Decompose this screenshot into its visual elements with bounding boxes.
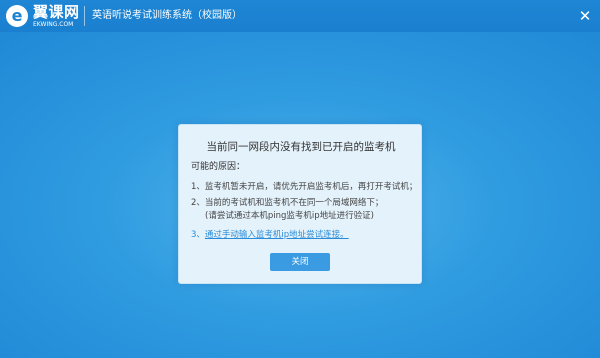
window-close-icon[interactable]: ✕ [574,5,596,27]
logo-name-cn: 翼课网 [33,3,80,21]
reason-item-2: 2、当前的考试机和监考机不在同一个局域网络下； [191,197,383,209]
monitor-not-found-dialog: 当前同一网段内没有找到已开启的监考机 可能的原因： 1、监考机暂未开启，请优先开… [178,124,422,284]
dialog-title: 当前同一网段内没有找到已开启的监考机 [206,141,396,153]
app-title: 英语听说考试训练系统（校园版） [92,10,242,21]
reason-item-3: 3、通过手动输入监考机ip地址尝试连接。 [191,229,349,241]
manual-ip-link[interactable]: 通过手动输入监考机ip地址尝试连接。 [205,230,349,240]
logo-name-en: EKWING.COM [33,21,74,28]
reason-number: 2、 [191,198,205,208]
logo-mark-icon: e [6,5,28,27]
reason-text: 监考机暂未开启，请优先开启监考机后，再打开考试机； [204,182,418,192]
reason-item-2-hint: (请尝试通过本机ping监考机ip地址进行验证) [205,211,374,221]
reason-item-1: 1、监考机暂未开启，请优先开启监考机后，再打开考试机； [191,181,417,193]
reason-text: 当前的考试机和监考机不在同一个局域网络下； [204,198,384,208]
reason-number: 1、 [191,182,205,192]
close-button[interactable]: 关闭 [270,253,330,271]
title-divider [84,6,85,26]
ekwing-logo: e 翼课网 EKWING.COM [6,3,86,31]
title-bar: e 翼课网 EKWING.COM 英语听说考试训练系统（校园版） ✕ [0,0,600,32]
reasons-label: 可能的原因： [191,162,246,172]
reason-number: 3、 [191,230,205,240]
